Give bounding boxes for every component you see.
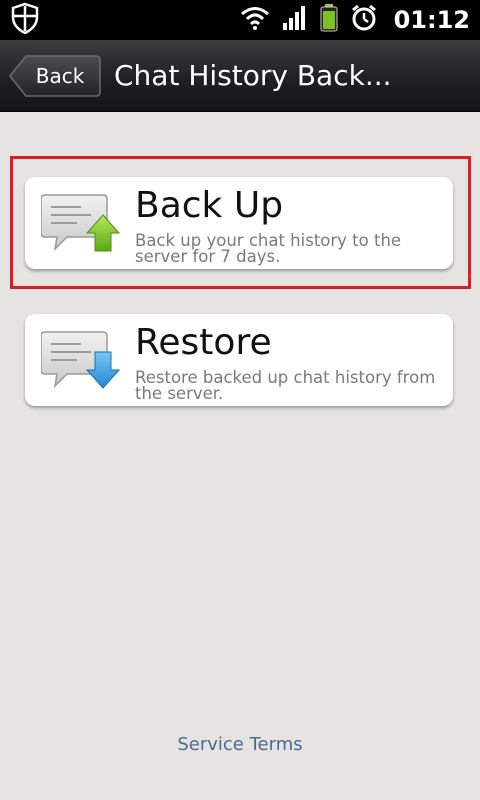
backup-title: Back Up (135, 185, 284, 226)
service-terms-link[interactable]: Service Terms (0, 734, 480, 755)
chat-upload-icon (40, 193, 121, 257)
status-bar: 01:12 (0, 0, 480, 40)
backup-description: Back up your chat history to the server … (135, 231, 402, 266)
battery-icon (320, 4, 338, 36)
restore-description: Restore backed up chat history from the … (135, 368, 436, 403)
back-button[interactable]: Back (8, 54, 102, 98)
title-bar: Back Chat History Back... (0, 40, 480, 112)
shield-icon (10, 2, 40, 38)
back-button-label: Back (35, 63, 85, 88)
status-time: 01:12 (393, 6, 470, 34)
signal-icon (282, 5, 308, 35)
restore-option[interactable]: Restore Restore backed up chat history f… (25, 314, 453, 406)
chat-download-icon (40, 330, 121, 394)
wifi-icon (240, 6, 270, 34)
backup-option[interactable]: Back Up Back up your chat history to the… (25, 177, 453, 269)
page-title: Chat History Back... (114, 59, 392, 92)
restore-title: Restore (135, 322, 272, 363)
alarm-icon (350, 4, 378, 36)
